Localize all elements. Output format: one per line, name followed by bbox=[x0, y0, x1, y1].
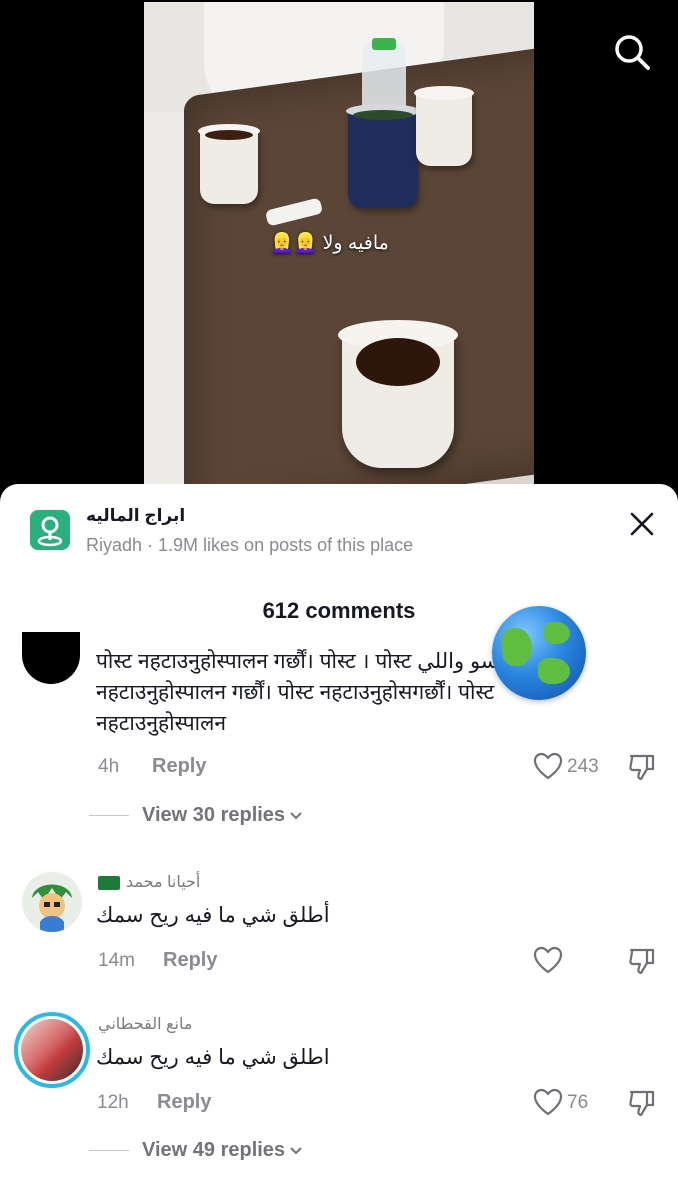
map-pin-icon[interactable] bbox=[30, 510, 70, 550]
comment-time: 4h bbox=[98, 756, 120, 777]
comment-text: اطلق شي ما فيه ريح سمك bbox=[96, 1046, 330, 1069]
chevron-down-icon bbox=[289, 1139, 303, 1162]
comment-text: पोस्ट नहटाउनुहोस्पालन गर्छौं। पोस्ट । पो… bbox=[96, 646, 515, 739]
reply-button[interactable]: Reply bbox=[163, 949, 217, 972]
comment-line: पोस्ट नहटाउनुहोस्पालन गर्छौं। पोस्ट । पो… bbox=[96, 650, 516, 673]
blue-cup bbox=[346, 104, 420, 208]
avatar[interactable] bbox=[14, 1012, 90, 1088]
saudi-flag-icon bbox=[98, 875, 120, 890]
heart-icon[interactable] bbox=[533, 1088, 563, 1116]
search-icon[interactable] bbox=[612, 32, 652, 72]
comment-username[interactable]: أحيانا محمد bbox=[98, 872, 200, 892]
thumbs-down-icon[interactable] bbox=[627, 752, 657, 782]
avatar[interactable] bbox=[22, 872, 82, 932]
small-cup-left bbox=[198, 124, 260, 204]
globe-emoji-sticker bbox=[492, 606, 586, 700]
view-replies-button[interactable]: View 49 replies bbox=[142, 1139, 303, 1162]
comment-time: 14m bbox=[98, 950, 135, 971]
heart-icon[interactable] bbox=[533, 946, 563, 974]
divider bbox=[89, 815, 129, 816]
large-tea-cup bbox=[338, 320, 458, 468]
thumbs-down-icon[interactable] bbox=[627, 946, 657, 976]
comment-line: नहटाउनुहोस्पालन bbox=[96, 712, 227, 735]
reply-button[interactable]: Reply bbox=[152, 755, 206, 778]
comment-username[interactable]: مانع القحطاني bbox=[98, 1014, 192, 1034]
view-replies-button[interactable]: View 30 replies bbox=[142, 804, 303, 827]
view-replies-label: View 49 replies bbox=[142, 1139, 286, 1161]
thumbs-down-icon[interactable] bbox=[627, 1088, 657, 1118]
place-name[interactable]: ابراج الماليه bbox=[86, 506, 185, 526]
reply-button[interactable]: Reply bbox=[157, 1091, 211, 1114]
comment-line: नहटाउनुहोस्पालन गर्छौं। पोस्ट नहटाउनुहोस… bbox=[96, 681, 495, 704]
video-caption-overlay: مافيه ولا 👱‍♀️👱‍♀️ bbox=[270, 233, 389, 254]
close-icon[interactable] bbox=[626, 508, 658, 540]
small-cup-right bbox=[414, 86, 474, 166]
comment-text: أطلق شي ما فيه ريح سمك bbox=[96, 904, 330, 927]
heart-icon[interactable] bbox=[533, 752, 563, 780]
divider bbox=[89, 1150, 129, 1151]
comment-time: 12h bbox=[97, 1092, 129, 1113]
comments-count: 612 comments bbox=[262, 598, 416, 623]
username-label: أحيانا محمد bbox=[126, 874, 201, 891]
chevron-down-icon bbox=[289, 804, 303, 827]
view-replies-label: View 30 replies bbox=[142, 804, 286, 826]
like-count: 243 bbox=[567, 756, 599, 777]
place-subtitle: Riyadh · 1.9M likes on posts of this pla… bbox=[86, 535, 414, 555]
avatar[interactable] bbox=[22, 632, 80, 684]
like-count: 76 bbox=[567, 1092, 589, 1113]
video-player[interactable]: مافيه ولا 👱‍♀️👱‍♀️ bbox=[0, 0, 678, 500]
comments-sheet: ابراج الماليه Riyadh · 1.9M likes on pos… bbox=[0, 484, 678, 1200]
